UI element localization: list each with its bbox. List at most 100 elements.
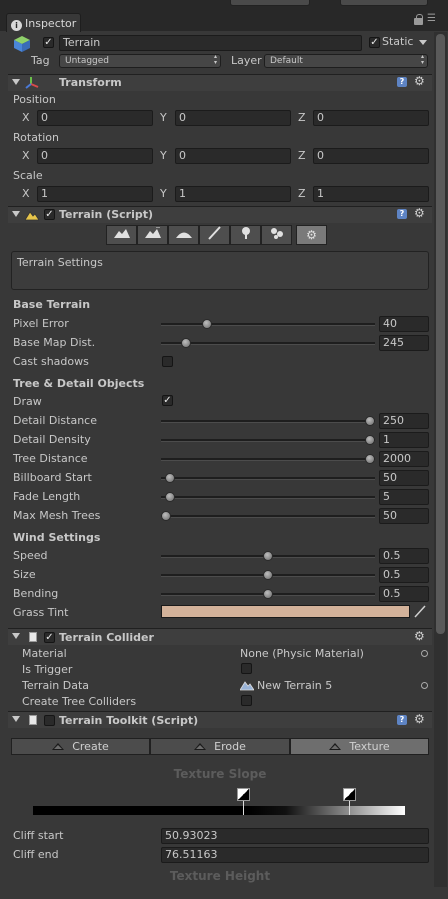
scrollbar-thumb[interactable] xyxy=(436,34,445,634)
foldout-arrow-icon[interactable] xyxy=(12,716,20,722)
rotation-x-field[interactable]: 0 xyxy=(37,148,153,164)
foldout-arrow-icon[interactable] xyxy=(12,79,20,85)
slider-label: Billboard Start xyxy=(13,471,92,484)
eyedropper-icon[interactable] xyxy=(412,603,428,619)
slider-value-field[interactable]: 0.5 xyxy=(379,586,429,602)
gear-icon[interactable]: ⚙ xyxy=(414,713,425,725)
paint-texture-tool[interactable] xyxy=(199,225,230,245)
layers-dropdown[interactable] xyxy=(230,0,310,6)
slider-knob[interactable] xyxy=(263,589,273,599)
slider-knob[interactable] xyxy=(165,473,176,483)
slider-knob[interactable] xyxy=(263,551,273,561)
position-y-field[interactable]: 0 xyxy=(175,110,291,126)
slider-value-field[interactable]: 50 xyxy=(379,470,429,486)
slider-value-field[interactable]: 245 xyxy=(379,335,429,351)
slider-track[interactable] xyxy=(161,477,375,480)
slider-knob[interactable] xyxy=(161,511,171,521)
slider-knob[interactable] xyxy=(181,338,192,348)
cliff-end-field[interactable]: 76.51163 xyxy=(161,847,429,863)
terrain-collider-enabled-checkbox[interactable]: ✓ xyxy=(44,632,55,643)
slider-track[interactable] xyxy=(161,458,375,461)
slider-knob[interactable] xyxy=(365,416,375,426)
cliff-end-label: Cliff end xyxy=(13,848,59,861)
active-checkbox[interactable]: ✓ xyxy=(43,37,54,48)
draw-checkbox[interactable]: ✓ xyxy=(162,395,173,406)
object-picker-icon[interactable] xyxy=(421,650,428,657)
slider-value-field[interactable]: 40 xyxy=(379,316,429,332)
slider-value-field[interactable]: 0.5 xyxy=(379,567,429,583)
info-icon: i xyxy=(11,20,22,31)
raise-lower-terrain-tool[interactable] xyxy=(106,225,137,245)
slider-track[interactable] xyxy=(161,496,375,499)
scale-y-label: Y xyxy=(160,187,167,200)
slider-knob[interactable] xyxy=(263,570,273,580)
slider-value-field[interactable]: 2000 xyxy=(379,451,429,467)
slider-track[interactable] xyxy=(161,420,375,423)
material-value[interactable]: None (Physic Material) xyxy=(240,647,364,660)
terrain-icon xyxy=(329,743,342,750)
layer-dropdown[interactable]: Default xyxy=(264,54,428,68)
grass-tint-color-swatch[interactable] xyxy=(161,605,410,618)
scale-z-field[interactable]: 1 xyxy=(313,186,429,202)
scale-x-label: X xyxy=(22,187,30,200)
cast-shadows-checkbox[interactable] xyxy=(162,356,173,367)
slider-track[interactable] xyxy=(161,342,375,345)
slider-track[interactable] xyxy=(161,515,375,518)
slider-value-field[interactable]: 250 xyxy=(379,413,429,429)
paint-details-tool[interactable] xyxy=(261,225,292,245)
slope-end-handle[interactable] xyxy=(343,788,356,801)
slider-value-field[interactable]: 5 xyxy=(379,489,429,505)
tab-inspector[interactable]: i Inspector xyxy=(6,13,81,32)
gear-icon[interactable]: ⚙ xyxy=(414,75,425,87)
create-tree-colliders-checkbox[interactable] xyxy=(241,695,252,706)
terrain-icon xyxy=(24,209,40,221)
cliff-start-field[interactable]: 50.93023 xyxy=(161,828,429,844)
tab-create[interactable]: Create xyxy=(11,738,150,755)
smooth-height-tool[interactable] xyxy=(168,225,199,245)
cast-shadows-label: Cast shadows xyxy=(13,355,89,368)
help-icon[interactable]: ? xyxy=(397,715,407,725)
slope-start-handle[interactable] xyxy=(237,788,250,801)
layout-dropdown[interactable] xyxy=(340,0,428,6)
slider-label: Bending xyxy=(13,587,59,600)
terrain-data-value[interactable]: New Terrain 5 xyxy=(257,679,332,692)
place-trees-tool[interactable] xyxy=(230,225,261,245)
static-dropdown-icon[interactable] xyxy=(419,40,427,45)
position-x-field[interactable]: 0 xyxy=(37,110,153,126)
gear-icon[interactable]: ⚙ xyxy=(414,630,425,642)
terrain-script-title: Terrain (Script) xyxy=(59,208,154,221)
scale-x-field[interactable]: 1 xyxy=(37,186,153,202)
slider-knob[interactable] xyxy=(165,492,176,502)
slider-track[interactable] xyxy=(161,439,375,442)
paint-height-tool[interactable] xyxy=(137,225,168,245)
position-z-field[interactable]: 0 xyxy=(313,110,429,126)
tab-texture[interactable]: Texture xyxy=(290,738,429,755)
slider-value-field[interactable]: 0.5 xyxy=(379,548,429,564)
terrain-settings-tool[interactable]: ⚙ xyxy=(296,225,327,245)
object-name-field[interactable]: Terrain xyxy=(59,35,362,51)
help-icon[interactable]: ? xyxy=(397,209,407,219)
slider-knob[interactable] xyxy=(365,454,375,464)
foldout-arrow-icon[interactable] xyxy=(12,211,20,217)
tag-dropdown[interactable]: Untagged xyxy=(59,54,221,68)
base-terrain-heading: Base Terrain xyxy=(13,298,91,311)
object-picker-icon[interactable] xyxy=(421,682,428,689)
rotation-z-field[interactable]: 0 xyxy=(313,148,429,164)
terrain-toolkit-enabled-checkbox[interactable] xyxy=(44,715,55,726)
terrain-icon xyxy=(52,743,65,750)
slider-knob[interactable] xyxy=(365,435,375,445)
static-checkbox[interactable]: ✓ xyxy=(369,37,380,48)
scale-y-field[interactable]: 1 xyxy=(175,186,291,202)
help-icon[interactable]: ? xyxy=(397,77,407,87)
rotation-y-field[interactable]: 0 xyxy=(175,148,291,164)
tab-menu-icon[interactable]: ☰ xyxy=(427,14,436,24)
slider-value-field[interactable]: 50 xyxy=(379,508,429,524)
tab-erode[interactable]: Erode xyxy=(150,738,290,755)
foldout-arrow-icon[interactable] xyxy=(12,633,20,639)
slider-value-field[interactable]: 1 xyxy=(379,432,429,448)
gear-icon[interactable]: ⚙ xyxy=(414,207,425,219)
slider-knob[interactable] xyxy=(201,319,212,329)
slider-track[interactable] xyxy=(161,323,375,326)
is-trigger-checkbox[interactable] xyxy=(241,663,252,674)
terrain-script-enabled-checkbox[interactable]: ✓ xyxy=(44,209,55,220)
